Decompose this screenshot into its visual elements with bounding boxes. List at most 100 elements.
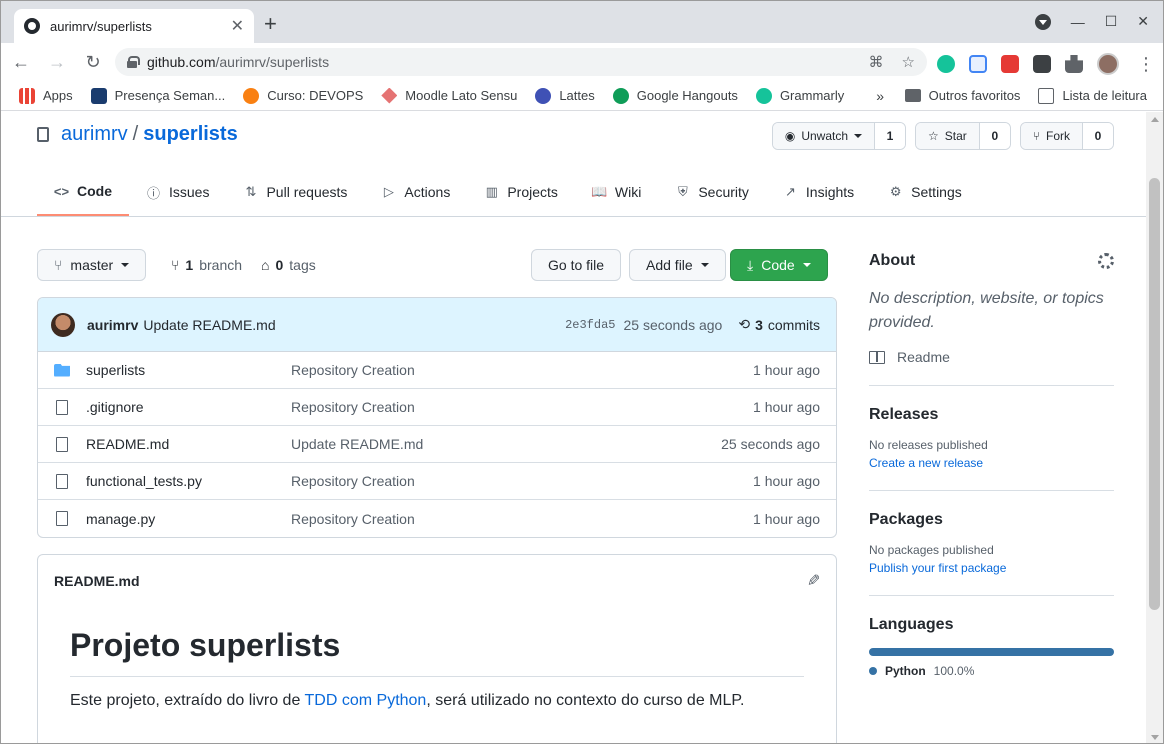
divider: [869, 595, 1114, 596]
publish-package-link[interactable]: Publish your first package: [869, 561, 1114, 575]
file-row[interactable]: manage.py Repository Creation 1 hour ago: [38, 500, 836, 537]
back-icon[interactable]: ←: [5, 52, 37, 73]
file-row[interactable]: .gitignore Repository Creation 1 hour ag…: [38, 389, 836, 426]
browser-tab[interactable]: aurimrv/superlists ✕: [14, 9, 254, 43]
file-row[interactable]: functional_tests.py Repository Creation …: [38, 463, 836, 500]
bookmark-hangouts[interactable]: Google Hangouts: [612, 87, 738, 104]
minimize-icon[interactable]: —: [1071, 14, 1085, 30]
tab-close-icon[interactable]: ✕: [231, 16, 244, 36]
tab-settings[interactable]: ⚙ Settings: [871, 168, 979, 216]
star-count[interactable]: 0: [979, 123, 1010, 149]
tab-security[interactable]: ⛨ Security: [658, 168, 766, 216]
tab-projects[interactable]: ▥ Projects: [467, 168, 575, 216]
bookmark-moodle[interactable]: Moodle Lato Sensu: [381, 87, 517, 104]
file-name[interactable]: manage.py: [86, 511, 291, 527]
forward-icon[interactable]: →: [41, 52, 73, 73]
tab-wiki[interactable]: 📖 Wiki: [575, 168, 658, 216]
file-name[interactable]: superlists: [86, 362, 291, 378]
watch-count[interactable]: 1: [875, 123, 906, 149]
add-file-button[interactable]: Add file: [629, 249, 726, 281]
play-icon: ▷: [383, 184, 394, 199]
go-to-file-button[interactable]: Go to file: [531, 249, 622, 281]
gear-icon[interactable]: [1098, 253, 1114, 269]
reload-icon[interactable]: ↻: [77, 52, 109, 73]
scrollbar-thumb[interactable]: [1149, 178, 1160, 610]
bookmark-lattes[interactable]: Lattes: [535, 87, 595, 104]
languages-title: Languages: [869, 616, 954, 633]
reading-list[interactable]: Lista de leitura: [1038, 87, 1147, 104]
file-name[interactable]: functional_tests.py: [86, 473, 291, 489]
apps-grid-icon: [19, 87, 35, 104]
commit-author[interactable]: aurimrv: [87, 317, 138, 333]
readme-link[interactable]: TDD com Python: [305, 692, 427, 709]
star-button[interactable]: ☆ Star 0: [915, 122, 1011, 150]
code-button[interactable]: ⤓ Code: [730, 249, 828, 281]
scroll-down-icon[interactable]: [1151, 735, 1159, 740]
file-commit-message[interactable]: Repository Creation: [291, 511, 753, 527]
file-row[interactable]: superlists Repository Creation 1 hour ag…: [38, 352, 836, 389]
file-commit-message[interactable]: Repository Creation: [291, 473, 753, 489]
watch-button[interactable]: ◉ Unwatch 1: [771, 122, 907, 150]
file-name[interactable]: .gitignore: [86, 399, 291, 415]
fork-count[interactable]: 0: [1083, 123, 1113, 149]
address-bar[interactable]: github.com/aurimrv/superlists ⌘ ☆: [115, 48, 927, 76]
tab-code[interactable]: <> Code: [37, 168, 129, 216]
url-host: github.com: [147, 54, 216, 70]
tab-actions[interactable]: ▷ Actions: [364, 168, 467, 216]
commits-link[interactable]: ⟲ 3 commits: [738, 316, 820, 333]
file-icon: [56, 436, 68, 452]
tab-search-icon[interactable]: [1034, 13, 1051, 30]
maximize-icon[interactable]: ☐: [1105, 13, 1118, 30]
bookmark-presenca[interactable]: Presença Seman...: [90, 87, 225, 104]
repo-owner-link[interactable]: aurimrv: [61, 123, 128, 146]
file-commit-message[interactable]: Repository Creation: [291, 399, 753, 415]
readme-header: README.md ✎: [38, 555, 836, 607]
file-commit-message[interactable]: Update README.md: [291, 436, 721, 452]
new-tab-button[interactable]: +: [264, 13, 277, 35]
branches-link[interactable]: ⑂ 1 branch: [171, 249, 242, 281]
nav-divider: [1, 216, 1146, 217]
file-name[interactable]: README.md: [86, 436, 291, 452]
divider: [869, 385, 1114, 386]
bookmark-apps[interactable]: Apps: [19, 87, 73, 104]
branch-select-button[interactable]: ⑂ master: [37, 249, 147, 281]
author-avatar[interactable]: [51, 312, 75, 337]
bookmark-star-icon[interactable]: ☆: [902, 53, 915, 71]
fork-button[interactable]: ⑂ Fork 0: [1019, 122, 1114, 150]
packages-title[interactable]: Packages: [869, 511, 1114, 529]
git-branch-icon: ⑂: [54, 257, 63, 273]
page-scrollbar[interactable]: [1146, 112, 1163, 743]
tags-link[interactable]: ⌂ 0 tags: [261, 249, 316, 281]
file-commit-message[interactable]: Repository Creation: [291, 362, 753, 378]
github-favicon-icon: [24, 18, 40, 34]
readme-filename[interactable]: README.md: [54, 573, 140, 589]
tab-insights[interactable]: ↗ Insights: [766, 168, 871, 216]
profile-avatar[interactable]: [1097, 53, 1119, 75]
language-item[interactable]: Python 100.0%: [869, 664, 1114, 678]
translate-icon[interactable]: ⌘: [869, 53, 884, 71]
close-window-icon[interactable]: ✕: [1137, 13, 1149, 30]
extension-grid-icon[interactable]: [1033, 55, 1051, 73]
repo-name-link[interactable]: superlists: [143, 123, 237, 146]
commit-sha[interactable]: 2e3fda5: [565, 318, 615, 332]
extensions-puzzle-icon[interactable]: [1065, 55, 1083, 73]
file-row[interactable]: README.md Update README.md 25 seconds ag…: [38, 426, 836, 463]
bookmark-grammarly[interactable]: Grammarly: [755, 87, 844, 104]
bookmarks-overflow-icon[interactable]: »: [876, 88, 884, 104]
edit-pencil-icon[interactable]: ✎: [807, 571, 820, 591]
menu-kebab-icon[interactable]: ⋮: [1137, 54, 1155, 75]
create-release-link[interactable]: Create a new release: [869, 456, 1114, 470]
scroll-up-icon[interactable]: [1151, 117, 1159, 122]
commit-message[interactable]: Update README.md: [143, 317, 275, 333]
grammarly-extension-icon[interactable]: [937, 55, 955, 73]
pull-request-icon: ⇅: [245, 184, 257, 199]
bookmark-outros-favoritos[interactable]: Outros favoritos: [904, 88, 1020, 103]
tab-issues[interactable]: ⓘ Issues: [129, 168, 226, 216]
extension-icon[interactable]: [969, 55, 987, 73]
bookmark-devops[interactable]: Curso: DEVOPS: [243, 87, 363, 104]
history-icon: ⟲: [738, 316, 751, 332]
readme-sidebar-link[interactable]: Readme: [869, 349, 1114, 365]
releases-title[interactable]: Releases: [869, 406, 1114, 424]
extension-red-icon[interactable]: [1001, 55, 1019, 73]
tab-pull-requests[interactable]: ⇅ Pull requests: [226, 168, 364, 216]
